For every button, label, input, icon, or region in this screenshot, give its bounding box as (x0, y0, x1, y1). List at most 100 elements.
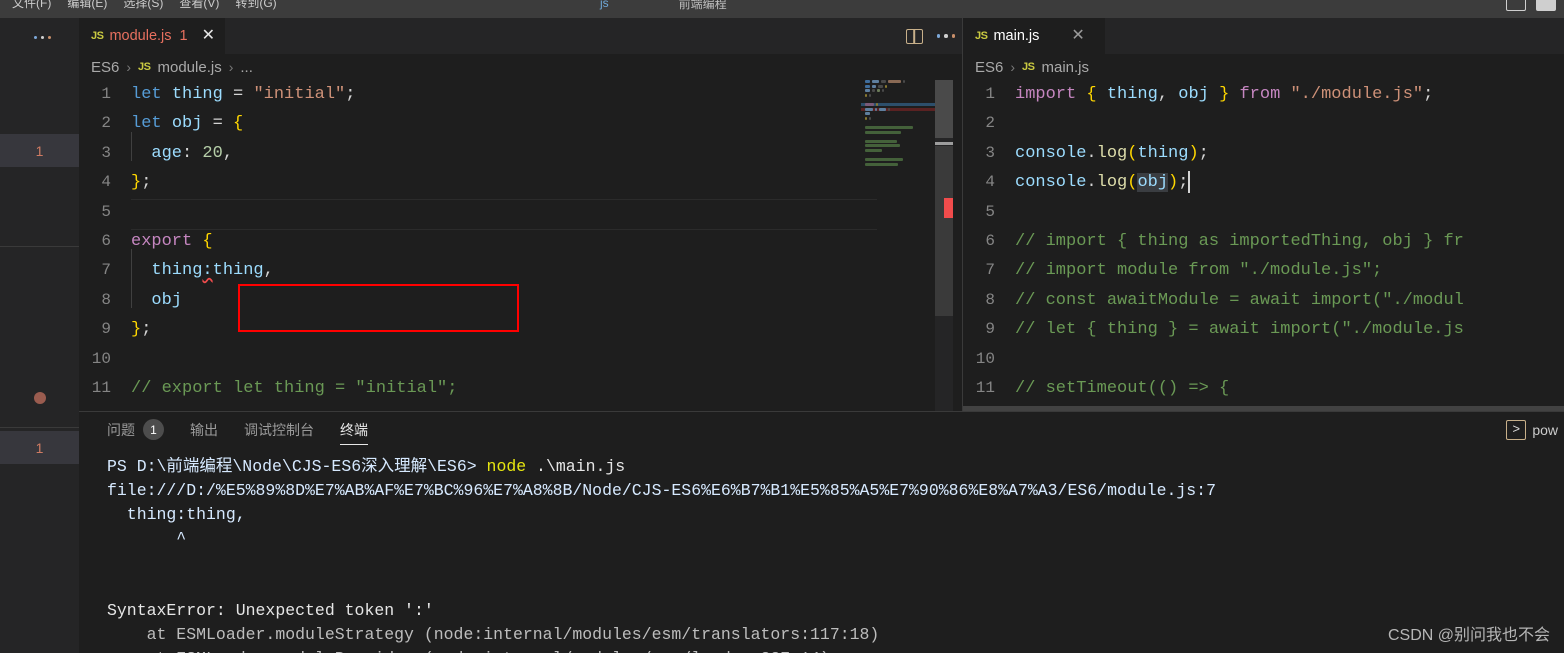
code-token: obj (151, 290, 183, 310)
close-icon[interactable]: ✕ (1071, 28, 1084, 44)
scrollbar-thumb[interactable] (935, 80, 953, 138)
error-marker[interactable] (944, 198, 953, 218)
code-line[interactable]: 4 console.log(obj); (963, 168, 1564, 197)
panel-tab-3[interactable]: 终端 (340, 412, 368, 447)
code-line[interactable]: 5 (963, 198, 1564, 227)
line-content[interactable]: import { thing, obj } from "./module.js"… (1015, 80, 1564, 109)
minimap-slider[interactable] (935, 142, 953, 145)
minimap-token (874, 107, 877, 111)
left-panel-badge-bottom[interactable]: 1 (0, 431, 79, 464)
terminal-segment: thing:thing, (107, 505, 246, 524)
code-line[interactable]: 9 // let { thing } = await import("./modu… (963, 315, 1564, 344)
code-token: ; (141, 320, 152, 340)
left-panel-more-icon[interactable] (34, 36, 51, 39)
panel-tab-label: 调试控制台 (244, 421, 314, 438)
code-line[interactable]: 1 let thing = "initial"; (79, 80, 963, 109)
line-content[interactable]: let obj = { (131, 109, 963, 138)
code-line[interactable]: 3 age: 20, (79, 131, 963, 168)
menu-item-2[interactable]: 选择(S) (115, 0, 171, 18)
code-line[interactable]: 6 // import { thing as importedThing, obj… (963, 227, 1564, 256)
code-token: { (233, 114, 244, 134)
breadcrumb-right[interactable]: ES6 › JS main.js (963, 54, 1564, 80)
breadcrumb-left[interactable]: ES6 › JS module.js ›... (79, 54, 963, 80)
terminal-shell-icon[interactable]: > (1506, 419, 1527, 440)
terminal-line: PS D:\前端编程\Node\CJS-ES6深入理解\ES6> node .\… (107, 455, 1564, 479)
minimap-token (878, 84, 883, 88)
line-content[interactable]: // setTimeout(() => { (1015, 374, 1564, 403)
line-number: 2 (101, 114, 111, 133)
breadcrumb-item-left-0[interactable]: ES6 (91, 59, 119, 76)
line-content[interactable]: export { (131, 227, 963, 256)
code-token: ; (1423, 85, 1434, 104)
code-editor-right[interactable]: 1 import { thing, obj } from "./module.js… (963, 80, 1564, 411)
code-line[interactable]: 1 import { thing, obj } from "./module.js… (963, 80, 1564, 109)
line-number: 11 (975, 378, 995, 397)
more-actions-icon[interactable] (936, 34, 955, 38)
tab-main-js[interactable]: JS main.js ✕ (963, 18, 1105, 54)
line-content[interactable]: thing:thing, (131, 249, 963, 285)
code-token: let (131, 85, 162, 104)
panel-tab-2[interactable]: 调试控制台 (244, 412, 314, 447)
code-line[interactable]: 4}; (79, 168, 963, 197)
terminal-output[interactable]: PS D:\前端编程\Node\CJS-ES6深入理解\ES6> node .\… (79, 447, 1564, 653)
menu-item-4[interactable]: 转到(G) (227, 0, 284, 18)
close-icon[interactable]: ✕ (202, 28, 215, 44)
line-number: 4 (101, 173, 111, 192)
indent-guide (131, 131, 132, 162)
minimap[interactable] (861, 80, 935, 411)
menu-bar-items[interactable]: 文件(F) 编辑(E) 选择(S) 查看(V) 转到(G) (0, 0, 285, 18)
panel-tab-0[interactable]: 问题 1 (107, 412, 164, 447)
code-line[interactable]: 3 console.log(thing); (963, 139, 1564, 168)
line-content[interactable]: }; (131, 168, 963, 197)
line-content[interactable]: obj (131, 278, 963, 315)
code-line[interactable]: 8 obj (79, 278, 963, 315)
restore-window-button[interactable] (1506, 0, 1526, 11)
line-content[interactable]: age: 20, (131, 131, 963, 168)
breadcrumb-item-right-1[interactable]: main.js (1042, 59, 1090, 76)
overview-ruler[interactable] (935, 80, 953, 411)
line-content[interactable]: console.log(thing); (1015, 139, 1564, 168)
terminal-shell-name[interactable]: pow (1532, 422, 1558, 438)
code-line[interactable]: 6 export { (79, 227, 963, 256)
menu-item-3[interactable]: 查看(V) (171, 0, 227, 18)
code-line[interactable]: 7 thing:thing, (79, 249, 963, 285)
code-line[interactable]: 11 // setTimeout(() => { (963, 374, 1564, 403)
editor-tabs-right: JS main.js ✕ (963, 18, 1564, 54)
window-controls[interactable] (1506, 0, 1564, 18)
terminal-line: at ESMLoader.moduleProvider (node:intern… (107, 647, 1564, 653)
line-content[interactable]: // let { thing } = await import("./modul… (1015, 315, 1564, 344)
code-line[interactable]: 10 (963, 345, 1564, 374)
line-content[interactable]: let thing = "initial"; (131, 80, 963, 109)
split-editor-icon[interactable] (905, 28, 923, 44)
line-content[interactable]: }; (131, 315, 963, 344)
maximize-window-button[interactable] (1536, 0, 1556, 11)
code-editor-left[interactable]: 1 let thing = "initial"; 2 let obj = {3 age… (79, 80, 963, 411)
code-line[interactable]: 9}; (79, 315, 963, 344)
menu-item-1[interactable]: 编辑(E) (59, 0, 115, 18)
code-line[interactable]: 11 // export let thing = "initial"; (79, 374, 963, 403)
breadcrumb-item-left-2[interactable]: ... (240, 59, 253, 76)
left-panel-badge-top-value: 1 (35, 142, 44, 159)
line-content[interactable]: // import module from "./module.js"; (1015, 256, 1564, 285)
code-line[interactable]: 8 // const awaitModule = await import("./… (963, 286, 1564, 315)
code-line[interactable]: 7 // import module from "./module.js"; (963, 256, 1564, 285)
line-content[interactable]: // import { thing as importedThing, obj … (1015, 227, 1564, 256)
tab-module-js[interactable]: JS module.js 1 ✕ (79, 18, 226, 54)
menu-item-0[interactable]: 文件(F) (4, 0, 59, 18)
panel-tab-1[interactable]: 输出 (190, 412, 218, 447)
code-line[interactable]: 2 (963, 109, 1564, 138)
panel-actions: > pow (1506, 412, 1564, 447)
code-line[interactable]: 2 let obj = { (79, 109, 963, 138)
minimap-token (865, 107, 873, 111)
minimap-token (871, 84, 876, 88)
line-content[interactable]: // export let thing = "initial"; (131, 374, 963, 403)
line-content[interactable]: // const awaitModule = await import("./m… (1015, 286, 1564, 315)
breadcrumb-item-left-1[interactable]: module.js (158, 59, 222, 76)
scrollbar-track[interactable] (935, 146, 953, 316)
left-panel-badge-top[interactable]: 1 (0, 134, 79, 167)
code-token: = (222, 85, 254, 104)
code-line[interactable]: 10 (79, 345, 963, 374)
line-content[interactable]: console.log(obj); (1015, 168, 1564, 197)
breadcrumb-item-right-0[interactable]: ES6 (975, 59, 1003, 76)
